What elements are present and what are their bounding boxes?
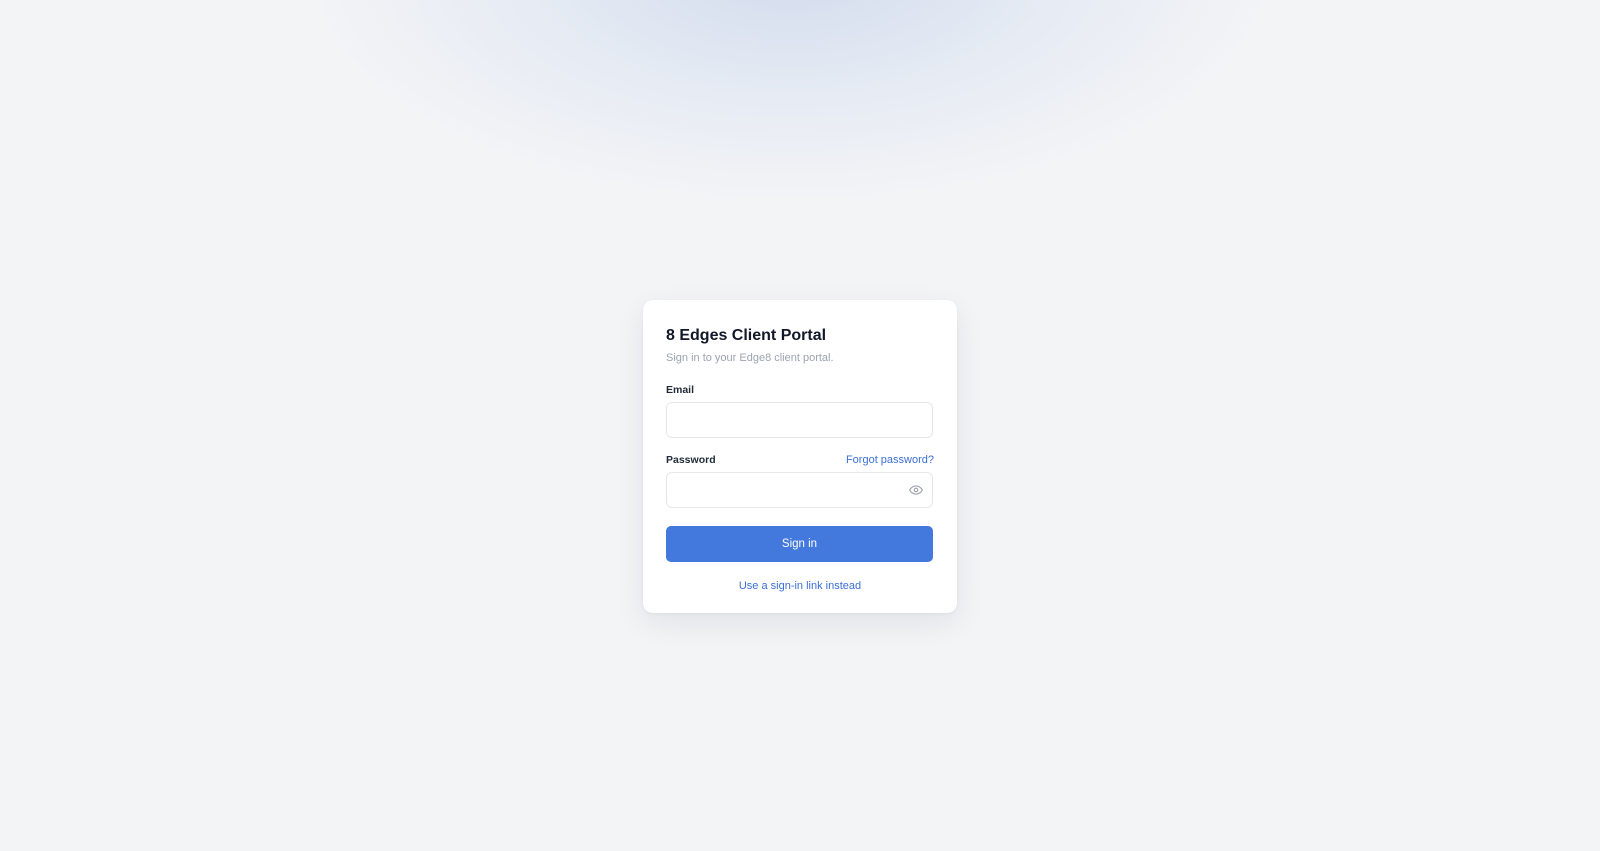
background-glow	[310, 0, 1270, 200]
forgot-password-link[interactable]: Forgot password?	[846, 453, 934, 467]
password-field-wrapper	[666, 472, 933, 508]
email-field[interactable]	[666, 402, 933, 438]
sign-in-link-option[interactable]: Use a sign-in link instead	[739, 580, 861, 592]
email-label-row: Email	[666, 383, 934, 397]
eye-icon[interactable]	[908, 482, 924, 498]
password-field[interactable]	[666, 472, 933, 508]
login-card: 8 Edges Client Portal Sign in to your Ed…	[643, 300, 957, 613]
email-label: Email	[666, 384, 695, 396]
page-subtitle: Sign in to your Edge8 client portal.	[666, 352, 834, 364]
alt-link-row: Use a sign-in link instead	[666, 576, 934, 592]
password-label-row: Password Forgot password?	[666, 453, 934, 467]
email-field-wrapper	[666, 402, 933, 438]
page-title: 8 Edges Client Portal	[666, 327, 827, 344]
password-label: Password	[666, 454, 716, 466]
sign-in-button[interactable]: Sign in	[666, 526, 933, 562]
